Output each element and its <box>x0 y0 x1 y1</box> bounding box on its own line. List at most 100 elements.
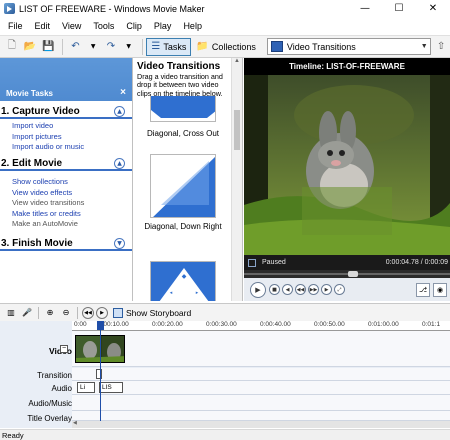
movie-maker-app-icon <box>4 3 15 14</box>
task-link[interactable]: View video transitions <box>12 198 132 209</box>
step-capture-video: 1. Capture Video ▲ Import video Import p… <box>0 105 132 153</box>
task-link[interactable]: Import audio or music <box>12 142 132 153</box>
next-frame-icon[interactable]: ▶ <box>321 284 332 295</box>
task-link[interactable]: Import video <box>12 121 132 132</box>
chevron-down-icon[interactable]: ▼ <box>114 237 125 249</box>
task-link[interactable]: Show collections <box>12 177 132 188</box>
seek-thumb[interactable] <box>348 271 358 277</box>
set-audio-levels-icon[interactable]: ▥ <box>5 307 17 319</box>
transitions-scrollbar[interactable]: ▲ <box>231 58 242 301</box>
collection-dropdown[interactable]: Video Transitions ▼ <box>266 38 432 55</box>
transition-item[interactable]: Diagonal, Cross Out <box>140 125 226 138</box>
new-project-icon[interactable]: 🗋 <box>6 40 18 54</box>
play-timeline-icon[interactable]: ▶ <box>96 306 108 319</box>
audio-music-track[interactable] <box>72 395 450 411</box>
toolbar-separator <box>77 306 78 319</box>
task-link[interactable]: View video effects <box>12 188 132 199</box>
task-link[interactable]: Import pictures <box>12 132 132 143</box>
close-button[interactable]: ✕ <box>416 0 450 17</box>
transition-label: Diagonal, Cross Out <box>146 129 220 138</box>
playback-time: 0:00:04.78 / 0:00:09 <box>385 259 448 266</box>
ruler-tick: 0:00:50.00 <box>314 321 345 328</box>
scroll-left-icon[interactable]: ◀ <box>73 420 77 426</box>
movie-tasks-pane: Movie Tasks × 1. Capture Video ▲ Import … <box>0 58 133 301</box>
playhead[interactable] <box>100 321 101 428</box>
full-screen-icon[interactable]: ⤢ <box>334 284 345 295</box>
tasks-button[interactable]: ☰ Tasks <box>146 37 192 56</box>
open-project-icon[interactable]: 📂 <box>24 40 36 54</box>
tasks-body: 1. Capture Video ▲ Import video Import p… <box>0 101 132 301</box>
take-picture-icon[interactable]: ◉ <box>433 282 447 297</box>
menu-tools[interactable]: Tools <box>87 21 120 31</box>
svg-text:◆: ◆ <box>182 273 187 280</box>
transition-track[interactable] <box>72 368 450 381</box>
ruler-tick: 0:00:20.00 <box>152 321 183 328</box>
seek-bar[interactable] <box>244 270 450 278</box>
playback-status: Paused <box>262 259 286 266</box>
scrollbar-thumb[interactable] <box>234 110 240 150</box>
audio-clip[interactable]: Li <box>77 382 95 393</box>
movie-tasks-header: Movie Tasks <box>6 89 53 98</box>
menu-edit[interactable]: Edit <box>29 21 57 31</box>
timeline-horizontal-scrollbar[interactable]: ◀ <box>72 420 450 428</box>
transition-marker[interactable] <box>96 369 102 379</box>
video-track[interactable] <box>72 331 450 367</box>
save-project-icon[interactable]: 💾 <box>42 40 54 54</box>
step-edit-movie: 2. Edit Movie ▲ Show collections View vi… <box>0 157 132 230</box>
track-label-title-overlay: Title Overlay <box>27 414 72 423</box>
play-icon[interactable]: ▶ <box>250 281 266 298</box>
menu-view[interactable]: View <box>56 21 87 31</box>
monitor-title: Timeline: LIST-OF-FREEWARE <box>244 58 450 75</box>
rewind-timeline-icon[interactable]: ◀◀ <box>82 306 94 319</box>
minimize-button[interactable]: — <box>348 0 382 17</box>
zoom-in-icon[interactable]: ⊕ <box>44 307 56 319</box>
up-one-level-icon[interactable]: ⇧ <box>435 40 447 54</box>
status-bar: Ready <box>0 429 450 440</box>
chevron-down-icon: ▼ <box>420 43 428 50</box>
redo-icon[interactable]: ↷ <box>105 40 117 54</box>
close-icon[interactable]: × <box>120 87 126 98</box>
undo-dropdown-icon[interactable]: ▼ <box>87 40 99 54</box>
chevron-up-icon[interactable]: ▲ <box>114 157 125 169</box>
step-title[interactable]: 1. Capture Video ▲ <box>0 105 132 119</box>
rewind-icon[interactable]: ◀◀ <box>295 284 306 295</box>
menu-play[interactable]: Play <box>148 21 178 31</box>
menu-file[interactable]: File <box>2 21 29 31</box>
audio-track[interactable]: Li LIS <box>72 381 450 395</box>
step-title-text: 2. Edit Movie <box>1 157 63 169</box>
transition-item-partial[interactable] <box>140 96 226 122</box>
fast-forward-icon[interactable]: ▶▶ <box>308 284 319 295</box>
step-links: Show collections View video effects View… <box>0 171 132 230</box>
redo-dropdown-icon[interactable]: ▼ <box>123 40 135 54</box>
menu-help[interactable]: Help <box>177 21 208 31</box>
title-overlay-track[interactable] <box>72 411 450 421</box>
task-link[interactable]: Make titles or credits <box>12 209 132 220</box>
zoom-out-icon[interactable]: ⊖ <box>60 307 72 319</box>
scroll-up-icon[interactable]: ▲ <box>232 58 242 68</box>
diamond-transition-icon: ◆ ◂ ▸ <box>151 262 215 301</box>
track-label-audio: Audio <box>51 384 72 393</box>
step-title[interactable]: 2. Edit Movie ▲ <box>0 157 132 171</box>
stop-icon[interactable]: ■ <box>269 284 280 295</box>
menu-clip[interactable]: Clip <box>120 21 148 31</box>
step-links: Import video Import pictures Import audi… <box>0 119 132 153</box>
step-title[interactable]: 3. Finish Movie ▼ <box>0 237 132 251</box>
playback-controls: ▶ ■ ◀ ◀◀ ▶▶ ▶ ⤢ ⎇ ◉ <box>244 278 450 301</box>
previous-frame-icon[interactable]: ◀ <box>282 284 293 295</box>
monitor-status-icon <box>248 258 256 267</box>
task-link[interactable]: Make an AutoMovie <box>12 219 132 230</box>
split-clip-icon[interactable]: ⎇ <box>416 282 430 297</box>
undo-icon[interactable]: ↶ <box>70 40 82 54</box>
narrate-timeline-icon[interactable]: 🎤 <box>21 307 33 319</box>
transition-item[interactable]: Diagonal, Down Right <box>140 154 226 231</box>
chevron-up-icon[interactable]: ▲ <box>114 105 125 117</box>
transition-item-partial[interactable]: ◆ ◂ ▸ <box>140 261 226 301</box>
audio-clip[interactable]: LIS <box>99 382 123 393</box>
collections-button[interactable]: 📁 Collections <box>191 38 260 56</box>
step-finish-movie: 3. Finish Movie ▼ <box>0 237 132 251</box>
maximize-button[interactable]: ☐ <box>382 0 416 17</box>
collapse-icon[interactable]: − <box>60 345 68 353</box>
toolbar-separator <box>141 38 143 55</box>
show-storyboard-button[interactable]: Show Storyboard <box>113 307 191 318</box>
timeline-toolbar: ▥ 🎤 ⊕ ⊖ ◀◀ ▶ Show Storyboard <box>0 303 450 321</box>
